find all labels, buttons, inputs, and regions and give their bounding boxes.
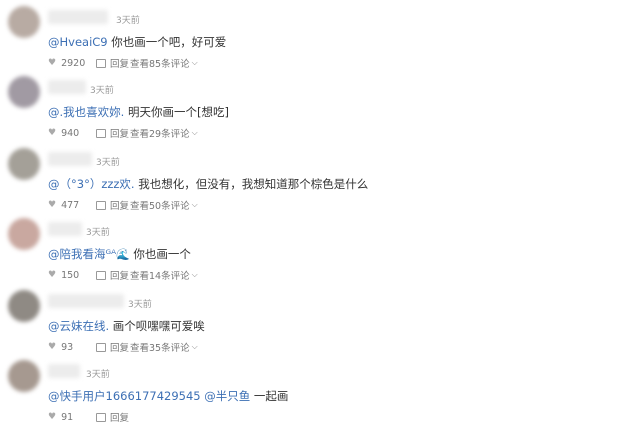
comment-content: @陪我看海ᴳᴬ🌊 你也画一个: [48, 246, 191, 262]
like-count: 150: [61, 269, 80, 281]
username-blurred[interactable]: [48, 294, 124, 308]
reply-icon: [96, 270, 106, 280]
chevron-down-icon: ⌵: [191, 58, 198, 67]
like-button[interactable]: ♥ 940: [48, 128, 96, 139]
chevron-down-icon: ⌵: [191, 128, 198, 137]
like-count: 2920: [61, 57, 86, 69]
avatar[interactable]: [8, 218, 40, 250]
like-count: 91: [61, 411, 74, 423]
comment-time: 3天前: [86, 370, 110, 380]
avatar[interactable]: [8, 6, 40, 38]
reply-icon: [96, 342, 106, 352]
like-button[interactable]: ♥ 93: [48, 342, 96, 353]
view-replies-button[interactable]: 查看85条评论 ⌵: [130, 56, 198, 70]
like-button[interactable]: ♥ 477: [48, 200, 96, 211]
mention-link[interactable]: @HveaiC9: [48, 35, 108, 49]
comment-actions: ♥ 477 回复 查看50条评论 ⌵: [48, 198, 198, 213]
like-count: 93: [61, 341, 74, 353]
comment-actions: ♥ 2920 回复 查看85条评论 ⌵: [48, 56, 198, 71]
comment-item: 3天前 @（°3°）zzz欢. 我也想化，但没有，我想知道那个棕色是什么 ♥ 47…: [0, 146, 640, 216]
reply-label: 回复: [110, 201, 130, 212]
chevron-down-icon: ⌵: [191, 270, 198, 279]
reply-icon: [96, 128, 106, 138]
heart-icon: ♥: [48, 412, 57, 422]
heart-icon: ♥: [48, 342, 57, 352]
comment-item: 3天前 @快手用户1666177429545 @半只鱼 一起画 ♥ 91 回复: [0, 358, 640, 428]
comment-text: 画个呗嘿嘿可爱唉: [109, 319, 205, 333]
view-replies-label: 查看29条评论: [130, 129, 190, 140]
like-count: 940: [61, 127, 80, 139]
view-replies-button[interactable]: 查看50条评论 ⌵: [130, 198, 198, 212]
reply-icon: [96, 58, 106, 68]
wave-emoji-icon: 🌊: [116, 248, 130, 261]
username-blurred[interactable]: [48, 80, 86, 94]
avatar[interactable]: [8, 290, 40, 322]
reply-button[interactable]: 回复: [96, 268, 130, 282]
comment-time: 3天前: [86, 228, 110, 238]
comment-content: @（°3°）zzz欢. 我也想化，但没有，我想知道那个棕色是什么: [48, 176, 368, 192]
reply-button[interactable]: 回复: [96, 340, 130, 354]
comment-text: 你也画一个: [129, 247, 191, 261]
reply-icon: [96, 412, 106, 422]
view-replies-button[interactable]: 查看14条评论 ⌵: [130, 268, 198, 282]
comment-content: @快手用户1666177429545 @半只鱼 一起画: [48, 388, 288, 404]
comment-content: @HveaiC9 你也画一个吧，好可爱: [48, 34, 226, 50]
reply-icon: [96, 200, 106, 210]
comment-content: @云妹在线. 画个呗嘿嘿可爱唉: [48, 318, 205, 334]
username-blurred[interactable]: [48, 222, 82, 236]
mention-link[interactable]: @陪我看海ᴳᴬ: [48, 247, 116, 261]
comment-time: 3天前: [96, 158, 120, 168]
comment-text: 你也画一个吧，好可爱: [107, 35, 227, 49]
view-replies-button[interactable]: 查看35条评论 ⌵: [130, 340, 198, 354]
comment-time: 3天前: [128, 300, 152, 310]
comment-content: @.我也喜欢妳. 明天你画一个[想吃]: [48, 104, 229, 120]
comment-text: 一起画: [250, 389, 289, 403]
view-replies-label: 查看35条评论: [130, 343, 190, 354]
comment-item: 3天前 @陪我看海ᴳᴬ🌊 你也画一个 ♥ 150 回复 查看14条评论 ⌵: [0, 216, 640, 286]
heart-icon: ♥: [48, 200, 57, 210]
like-button[interactable]: ♥ 2920: [48, 58, 96, 69]
comment-text: 我也想化，但没有，我想知道那个棕色是什么: [134, 177, 369, 191]
reply-label: 回复: [110, 271, 130, 282]
username-blurred[interactable]: [48, 364, 80, 378]
chevron-down-icon: ⌵: [191, 342, 198, 351]
chevron-down-icon: ⌵: [191, 200, 198, 209]
reply-label: 回复: [110, 129, 130, 140]
avatar[interactable]: [8, 360, 40, 392]
like-count: 477: [61, 199, 80, 211]
heart-icon: ♥: [48, 58, 57, 68]
like-button[interactable]: ♥ 91: [48, 412, 96, 423]
mention-link[interactable]: @.我也喜欢妳.: [48, 105, 124, 119]
comment-text: 明天你画一个[想吃]: [124, 105, 229, 119]
view-replies-label: 查看50条评论: [130, 201, 190, 212]
reply-label: 回复: [110, 343, 130, 354]
view-replies-label: 查看85条评论: [130, 59, 190, 70]
like-button[interactable]: ♥ 150: [48, 270, 96, 281]
comment-actions: ♥ 150 回复 查看14条评论 ⌵: [48, 268, 198, 283]
reply-label: 回复: [110, 59, 130, 70]
comment-item: 3天前 @HveaiC9 你也画一个吧，好可爱 ♥ 2920 回复 查看85条评论…: [0, 4, 640, 74]
mention-link[interactable]: @云妹在线.: [48, 319, 109, 333]
heart-icon: ♥: [48, 270, 57, 280]
comment-item: 3天前 @云妹在线. 画个呗嘿嘿可爱唉 ♥ 93 回复 查看35条评论 ⌵: [0, 288, 640, 358]
comment-item: 3天前 @.我也喜欢妳. 明天你画一个[想吃] ♥ 940 回复 查看29条评论 ⌵: [0, 74, 640, 144]
avatar[interactable]: [8, 76, 40, 108]
comment-actions: ♥ 93 回复 查看35条评论 ⌵: [48, 340, 198, 355]
heart-icon: ♥: [48, 128, 57, 138]
view-replies-label: 查看14条评论: [130, 271, 190, 282]
view-replies-button[interactable]: 查看29条评论 ⌵: [130, 126, 198, 140]
reply-button[interactable]: 回复: [96, 56, 130, 70]
reply-button[interactable]: 回复: [96, 126, 130, 140]
comment-actions: ♥ 940 回复 查看29条评论 ⌵: [48, 126, 198, 141]
username-blurred[interactable]: [48, 10, 108, 24]
mention-link[interactable]: @快手用户1666177429545 @半只鱼: [48, 389, 250, 403]
username-blurred[interactable]: [48, 152, 92, 166]
reply-button[interactable]: 回复: [96, 198, 130, 212]
avatar[interactable]: [8, 148, 40, 180]
comment-time: 3天前: [116, 16, 140, 26]
mention-link[interactable]: @（°3°）zzz欢.: [48, 177, 135, 191]
comment-time: 3天前: [90, 86, 114, 96]
